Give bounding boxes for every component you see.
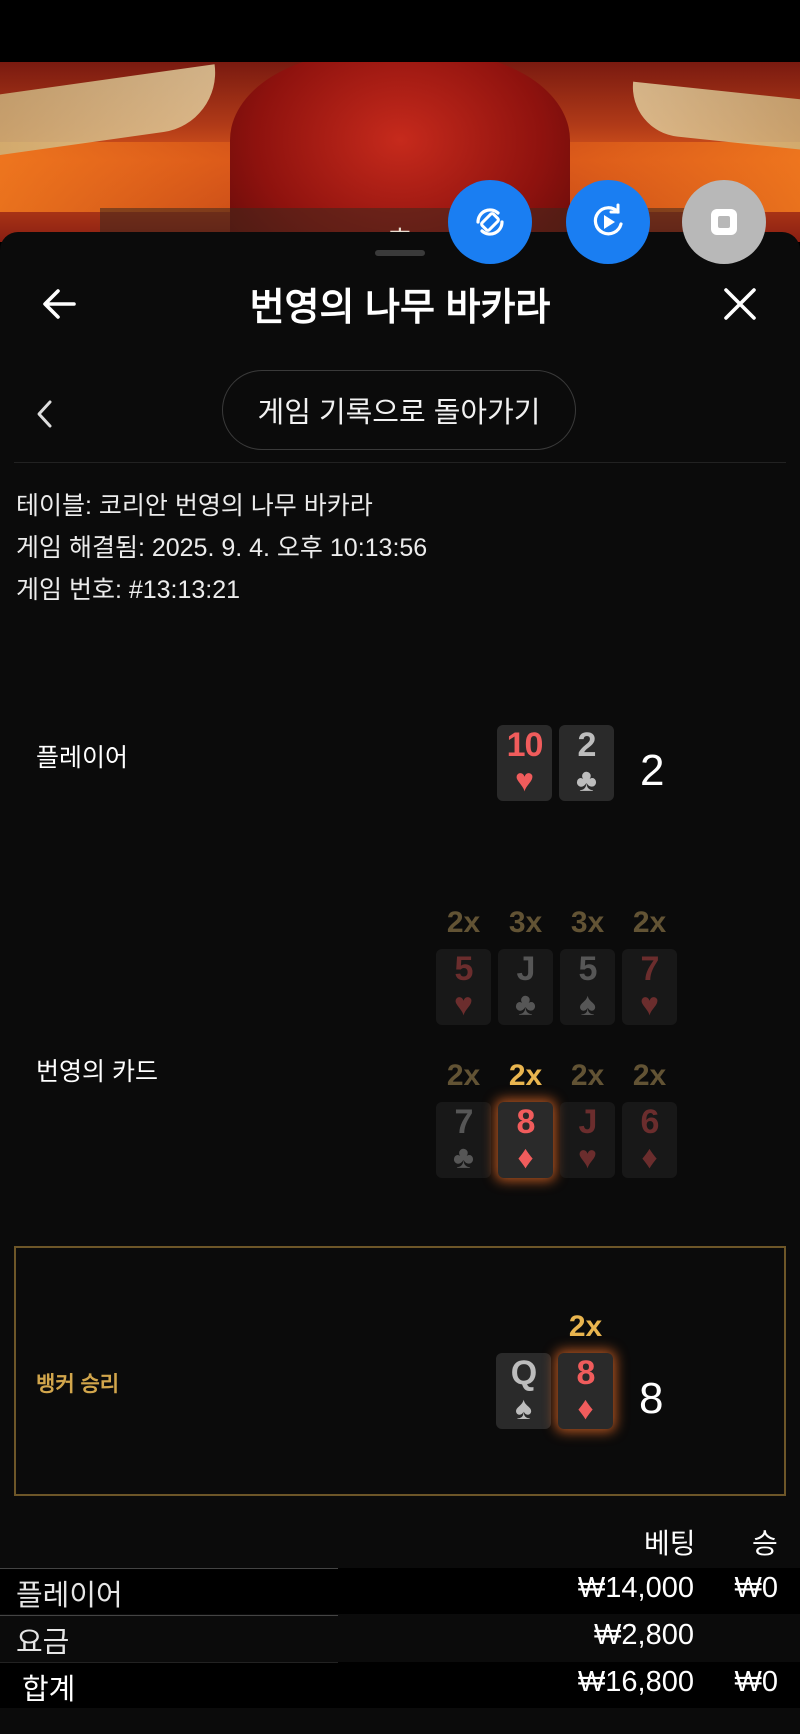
fortune-card: J ♣ [498, 949, 553, 1025]
card-rank: 5 [454, 950, 474, 988]
card-rank: 5 [578, 950, 598, 988]
game-number-info: 게임 번호: #13:13:21 [16, 576, 241, 604]
stop-icon [711, 209, 737, 235]
row-bet: ₩14,000 [577, 1572, 694, 1604]
table-row: 요금 ₩2,800 [0, 1615, 800, 1661]
card-rank: J [578, 1103, 598, 1141]
row-win: ₩0 [734, 1572, 779, 1604]
row-bet: ₩2,800 [594, 1619, 694, 1651]
multiplier-badge: 2x [570, 1059, 605, 1092]
rotate-device-icon [476, 208, 504, 236]
card-rank: Q [510, 1354, 537, 1392]
stop-button[interactable] [682, 180, 766, 264]
table-row: 플레이어 ₩14,000 ₩0 [0, 1568, 800, 1614]
player-label: 플레이어 [36, 744, 129, 772]
fortune-card: J ♥ [560, 1102, 615, 1178]
card-rank: 6 [640, 1103, 660, 1141]
row-bet: ₩16,800 [577, 1666, 694, 1698]
row-divider [0, 1662, 338, 1663]
multiplier-badge: 2x [632, 1059, 667, 1092]
club-suit-icon: ♣ [576, 762, 597, 798]
fortune-card: 6 ♦ [622, 1102, 677, 1178]
back-to-history-button[interactable]: 게임 기록으로 돌아가기 [222, 370, 576, 450]
live-video-feed: 호 [0, 62, 800, 242]
diamond-suit-icon: ♦ [577, 1390, 594, 1426]
replay-icon [593, 203, 623, 236]
close-icon [724, 288, 756, 320]
banker-card-active: 8 ♦ [558, 1353, 613, 1429]
column-header-win: 승 [752, 1528, 778, 1559]
diamond-suit-icon: ♦ [517, 1139, 534, 1175]
section-divider [14, 462, 786, 463]
chevron-left-icon [37, 400, 52, 428]
row-name: 플레이어 [16, 1580, 123, 1612]
banker-win-box [14, 1246, 786, 1496]
column-header-bet: 베팅 [644, 1528, 696, 1559]
card-rank: 8 [516, 1103, 536, 1141]
diamond-suit-icon: ♦ [641, 1139, 658, 1175]
heart-suit-icon: ♥ [515, 762, 534, 798]
spade-suit-icon: ♠ [515, 1390, 532, 1426]
card-rank: 7 [454, 1103, 474, 1141]
banker-score: 8 [639, 1374, 664, 1423]
row-win: ₩0 [734, 1666, 779, 1698]
game-history-panel: 번영의 나무 바카라 게임 기록으로 돌아가기 [0, 232, 800, 1734]
heart-suit-icon: ♥ [640, 986, 659, 1022]
row-name: 합계 [22, 1674, 76, 1706]
fortune-card: 7 ♥ [622, 949, 677, 1025]
table-name-info: 테이블: 코리안 번영의 나무 바카라 [16, 492, 373, 520]
multiplier-badge: 2x [446, 1059, 481, 1092]
rotate-button[interactable] [448, 180, 532, 264]
heart-suit-icon: ♥ [454, 986, 473, 1022]
multiplier-badge: 3x [508, 906, 543, 939]
multiplier-badge: 2x [632, 906, 667, 939]
club-suit-icon: ♣ [515, 986, 536, 1022]
spade-suit-icon: ♠ [579, 986, 596, 1022]
multiplier-badge-active: 2x [568, 1310, 603, 1343]
panel-drag-handle[interactable] [375, 250, 425, 256]
fortune-card: 5 ♥ [436, 949, 491, 1025]
club-suit-icon: ♣ [453, 1139, 474, 1175]
row-name: 요금 [16, 1627, 70, 1659]
multiplier-badge: 3x [570, 906, 605, 939]
row-divider [0, 1568, 338, 1569]
card-rank: 10 [506, 726, 544, 764]
status-bar [0, 0, 800, 62]
multiplier-badge-active: 2x [508, 1059, 543, 1092]
fortune-card-active: 8 ♦ [498, 1102, 553, 1178]
replay-button[interactable] [566, 180, 650, 264]
card-rank: 7 [640, 950, 660, 988]
banker-win-label: 뱅커 승리 [36, 1373, 120, 1396]
multiplier-badge: 2x [446, 906, 481, 939]
close-button[interactable] [718, 282, 762, 326]
card-rank: 8 [576, 1354, 596, 1392]
player-card: 10 ♥ [497, 725, 552, 801]
fortune-card: 7 ♣ [436, 1102, 491, 1178]
history-back-button[interactable] [30, 394, 60, 434]
fortune-cards-label: 번영의 카드 [36, 1058, 158, 1086]
game-resolved-info: 게임 해결됨: 2025. 9. 4. 오후 10:13:56 [16, 534, 428, 562]
fortune-card: 5 ♠ [560, 949, 615, 1025]
page-title: 번영의 나무 바카라 [249, 287, 551, 329]
player-card: 2 ♣ [559, 725, 614, 801]
card-rank: 2 [577, 726, 597, 764]
row-divider [0, 1615, 338, 1616]
heart-suit-icon: ♥ [578, 1139, 597, 1175]
card-rank: J [516, 950, 536, 988]
banker-card: Q ♠ [496, 1353, 551, 1429]
player-score: 2 [640, 746, 665, 795]
table-row-total: 합계 ₩16,800 ₩0 [0, 1662, 800, 1708]
